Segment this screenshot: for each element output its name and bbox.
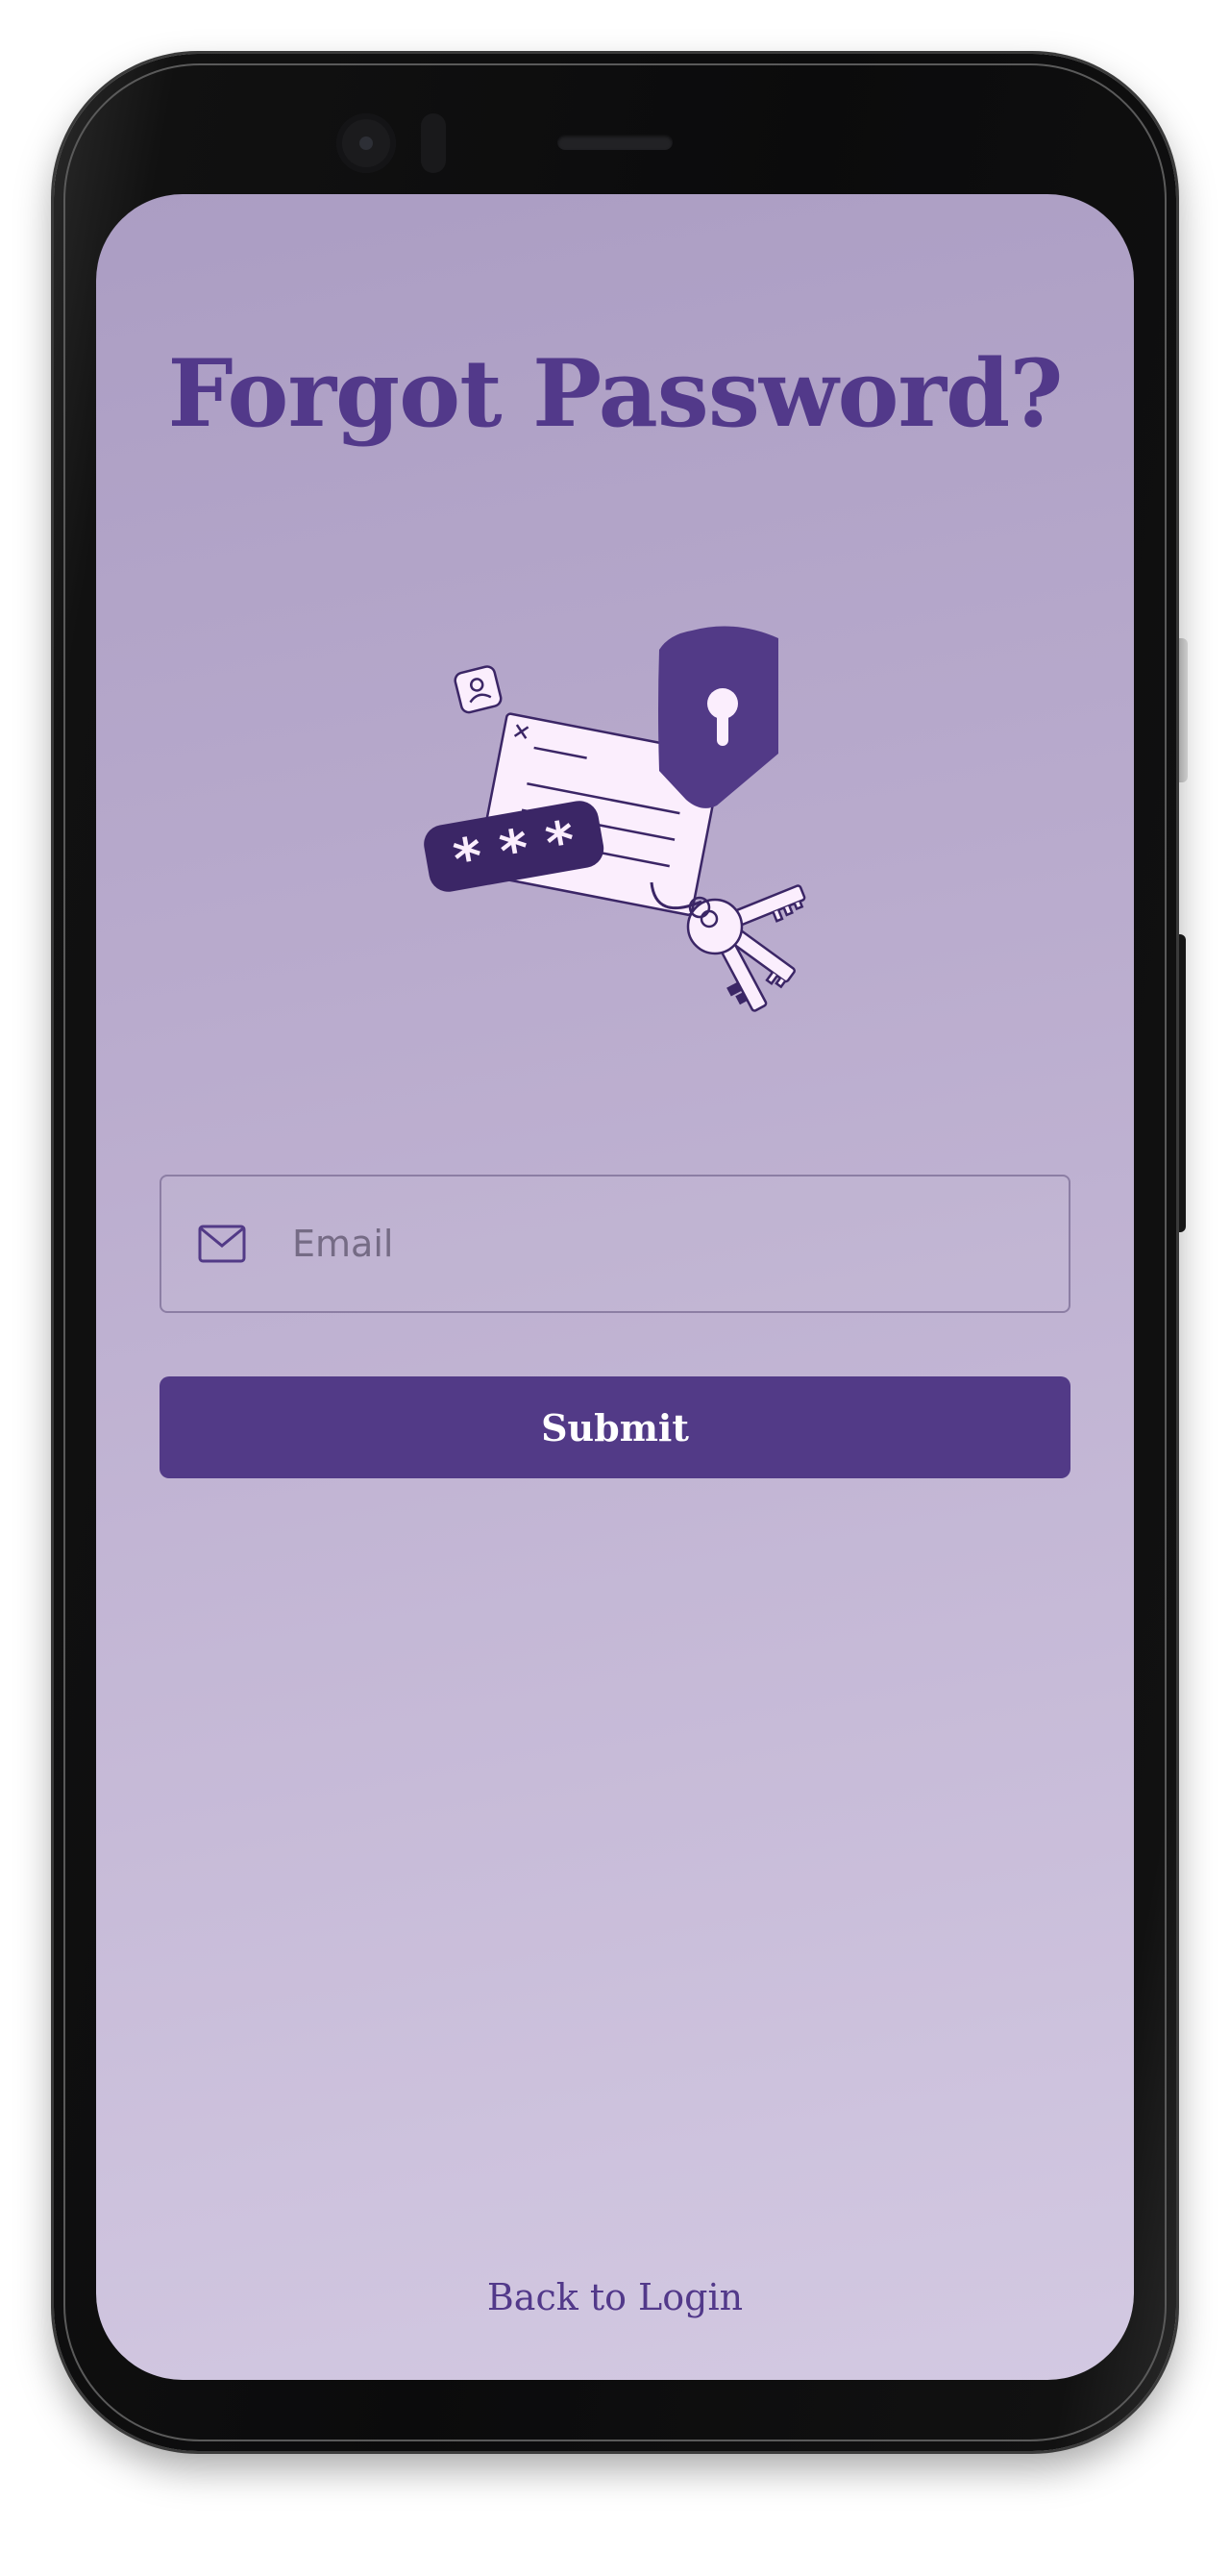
page-title: Forgot Password?: [167, 339, 1064, 448]
email-field[interactable]: [160, 1175, 1070, 1313]
earpiece-speaker: [557, 135, 673, 150]
user-badge-icon: [454, 665, 503, 714]
proximity-sensor: [421, 113, 446, 173]
front-camera: [336, 113, 396, 173]
back-to-login-link[interactable]: Back to Login: [96, 2276, 1134, 2318]
email-input[interactable]: [292, 1177, 1051, 1311]
envelope-icon: [198, 1225, 246, 1263]
app-screen: Forgot Password? * * * Email Submit Back…: [96, 194, 1134, 2380]
phone-side-button-top: [1176, 638, 1188, 782]
security-illustration: * * *: [424, 626, 806, 1012]
submit-button[interactable]: Submit: [160, 1376, 1070, 1478]
device-stage: Forgot Password? * * * Email Submit Back…: [0, 0, 1230, 2576]
shield-lock-icon: [658, 626, 778, 808]
